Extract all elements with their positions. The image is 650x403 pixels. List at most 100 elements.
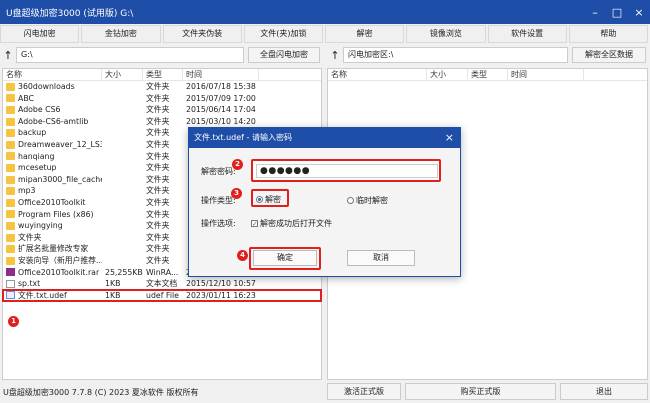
file-type: 文件夹 [146,151,170,161]
file-type: 文本文档 [146,279,178,289]
folder-icon [6,175,15,184]
file-type: 文件夹 [146,232,170,242]
udef-icon [6,291,15,300]
file-name-cell: sp.txt [3,278,102,290]
file-row[interactable]: Adobe CS6 文件夹 2015/06/14 17:04 [3,104,321,116]
copyright-text: U盘超级加密3000 7.7.8 (C) 2023 夏冰软件 版权所有 [3,387,199,397]
open-after-checkbox[interactable]: ✓ 解密成功后打开文件 [251,218,332,229]
left-column-header: 名称 大小 类型 时间 [3,69,321,81]
col-time[interactable]: 时间 [183,69,259,80]
password-input[interactable]: ●●●●●● [256,164,438,178]
col-size[interactable]: 大小 [427,69,468,80]
file-size [102,116,143,128]
file-name: 扩展名批量修改专家 [18,244,89,254]
file-size [102,255,143,267]
toolbar-button-6[interactable]: 软件设置 [487,25,567,43]
step-badge-1: 1 [8,316,19,327]
up-arrow-icon[interactable]: ↑ [0,49,16,62]
folder-icon [6,140,15,149]
temp-decrypt-label: 临时解密 [356,196,388,205]
right-path-input[interactable]: 闪电加密区:\ [343,47,568,63]
op-option-label: 操作选项: [201,219,236,228]
activate-button[interactable]: 激活正式版 [327,383,401,400]
file-name: Dreamweaver_12_LS3 [18,139,102,149]
file-name-cell: Office2010Toolkit [3,197,102,209]
dialog-close-icon[interactable]: × [445,128,454,148]
toolbar-button-1[interactable]: 金钻加密 [81,25,161,43]
file-row[interactable]: ABC 文件夹 2015/07/09 17:00 [3,93,321,105]
up-arrow-icon[interactable]: ↑ [327,49,343,62]
col-size[interactable]: 大小 [102,69,143,80]
title-bar: U盘超级加密3000 (试用版) G:\ – □ × [0,0,650,24]
file-size [102,185,143,197]
left-path-input[interactable]: G:\ [16,47,244,63]
file-type: 文件夹 [146,244,170,254]
file-size [102,197,143,209]
file-type: 文件夹 [146,197,170,207]
col-time[interactable]: 时间 [508,69,584,80]
right-path-bar: ↑ 闪电加密区:\ 解密全区数据 [327,46,650,64]
toolbar-button-5[interactable]: 镜像浏览 [406,25,486,43]
file-name-cell: mcesetup [3,162,102,174]
toolbar-button-3[interactable]: 文件(夹)加锁 [243,25,323,43]
file-name: sp.txt [18,279,41,289]
folder-icon [6,233,15,242]
file-size [102,220,143,232]
password-highlight: ●●●●●● [251,159,441,182]
file-size [102,174,143,186]
decrypt-radio[interactable]: 解密 [256,194,281,205]
folder-icon [6,129,15,138]
dialog-title-bar: 文件.txt.udef - 请输入密码 × [189,128,460,148]
file-name-cell: Office2010Toolkit.rar [3,267,102,279]
file-type: 文件夹 [146,221,170,231]
folder-icon [6,256,15,265]
file-name-cell: 安装向导（新用户推荐... [3,255,102,267]
op-type-label: 操作类型: [201,196,236,205]
maximize-icon[interactable]: □ [606,0,628,24]
file-size: 1KB [105,290,121,300]
file-row[interactable]: Adobe-CS6-amtlib 文件夹 2015/03/10 14:20 [3,116,321,128]
buy-button[interactable]: 购买正式版 [405,383,556,400]
file-name: Adobe CS6 [18,105,61,115]
file-type: 文件夹 [146,93,170,103]
temp-decrypt-radio[interactable]: 临时解密 [347,195,388,206]
cancel-button[interactable]: 取消 [347,250,415,266]
col-name[interactable]: 名称 [328,69,427,80]
toolbar-button-0[interactable]: 闪电加密 [0,25,80,43]
toolbar: 闪电加密 金钻加密 文件夹伪装 文件(夹)加锁 解密 镜像浏览 软件设置 帮助 [0,25,650,43]
file-type: 文件夹 [146,174,170,184]
full-disk-encrypt-button[interactable]: 全盘闪电加密 [248,47,320,63]
file-name: Program Files (x86) [18,209,94,219]
file-name-cell: ABC [3,93,102,105]
col-type[interactable]: 类型 [143,69,183,80]
file-name-cell: Dreamweaver_12_LS3 [3,139,102,151]
folder-icon [6,105,15,114]
file-row[interactable]: 文件.txt.udef 1KB udef File 2023/01/11 16:23 [2,288,322,303]
toolbar-button-7[interactable]: 帮助 [568,25,648,43]
file-name-cell: hanqiang [3,151,102,163]
file-size [102,93,143,105]
checkbox-checked-icon: ✓ [251,220,258,228]
close-icon[interactable]: × [628,0,650,24]
file-size [102,127,143,139]
file-time: 2015/03/10 14:20 [186,116,256,126]
folder-icon [6,198,15,207]
dialog-title: 文件.txt.udef - 请输入密码 [194,133,292,142]
file-name-cell: 文件夹 [3,232,102,244]
file-icon [6,279,15,288]
toolbar-button-2[interactable]: 文件夹伪装 [162,25,242,43]
toolbar-button-4[interactable]: 解密 [325,25,405,43]
exit-button[interactable]: 退出 [560,383,648,400]
decrypt-all-button[interactable]: 解密全区数据 [572,47,646,63]
file-time: 2015/06/14 17:04 [186,105,256,115]
file-row[interactable]: sp.txt 1KB 文本文档 2015/12/10 10:57 [3,278,321,290]
file-type: 文件夹 [146,116,170,126]
col-type[interactable]: 类型 [468,69,508,80]
folder-icon [6,117,15,126]
col-name[interactable]: 名称 [3,69,102,80]
minimize-icon[interactable]: – [584,0,606,24]
ok-button[interactable]: 确定 [253,250,317,266]
file-row[interactable]: 360downloads 文件夹 2016/07/18 15:38 [3,81,321,93]
folder-icon [6,245,15,254]
decrypt-radio-label: 解密 [265,195,281,204]
